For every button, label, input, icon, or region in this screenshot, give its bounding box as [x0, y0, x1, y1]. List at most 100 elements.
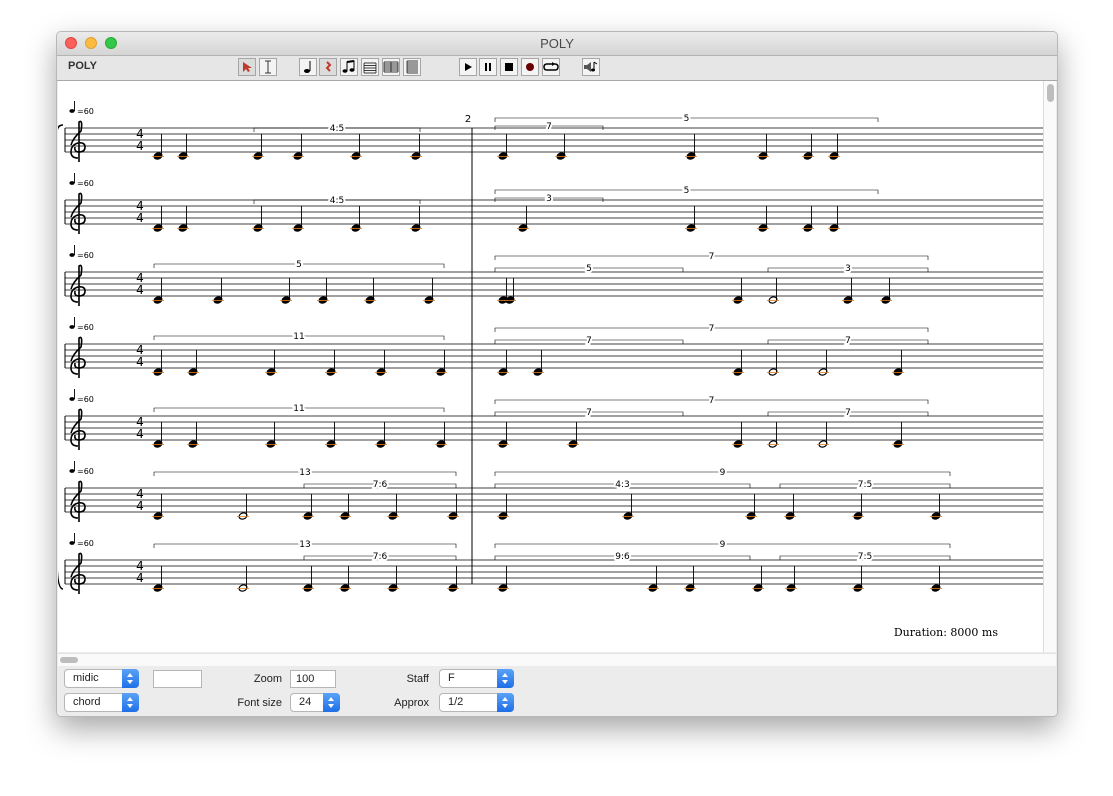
stop-button[interactable]: [500, 58, 518, 76]
editor-label: POLY: [68, 60, 97, 72]
select-arrow-icon: [243, 62, 252, 72]
loop-button[interactable]: [542, 58, 560, 76]
staff-select-arrow-icon[interactable]: [497, 669, 514, 688]
approx-value: 1/2: [448, 696, 464, 708]
vertical-scroll-thumb[interactable]: [1047, 84, 1054, 102]
mode-select-arrow-icon[interactable]: [122, 669, 139, 688]
measure-button[interactable]: [361, 58, 379, 76]
select-arrow-button[interactable]: [238, 58, 256, 76]
zoom-field[interactable]: 100: [290, 670, 336, 688]
display-select[interactable]: chord: [64, 693, 139, 712]
display-select-arrow-icon[interactable]: [122, 693, 139, 712]
tuplet-m1-2-label: 4:5: [330, 196, 344, 206]
tuplet-m1-inner-7-label: 7:6: [373, 552, 388, 562]
time-signature-bottom: 4: [136, 499, 144, 513]
tuplet-m1-1-label: 4:5: [330, 124, 344, 134]
tuplet-m2-inner-2-label: 3: [546, 194, 552, 204]
tuplet-m2-inner-b-4-label: 7: [845, 336, 851, 346]
tuplet-m2-inner-b-7-label: 7:5: [858, 552, 872, 562]
treble-clef-icon: [70, 408, 86, 450]
voice-icon: [383, 61, 399, 73]
poly-window: POLY POLY 2 =60 4 4 4:5 5 7 =60 4 4 4:5 …: [56, 31, 1058, 717]
quarter-note-button[interactable]: [299, 58, 317, 76]
tempo-mark: =60: [77, 539, 94, 548]
text-cursor-icon: [265, 60, 271, 74]
approx-select[interactable]: 1/2: [439, 693, 514, 712]
text-cursor-button[interactable]: [259, 58, 277, 76]
play-icon: [465, 63, 472, 71]
tuplet-m1-5-label: 11: [293, 404, 304, 414]
tuplet-m2-outer-5-label: 7: [709, 396, 715, 406]
play-button[interactable]: [459, 58, 477, 76]
time-signature-bottom: 4: [136, 283, 144, 297]
time-signature-bottom: 4: [136, 427, 144, 441]
tuplet-m2-outer-1-label: 5: [684, 114, 690, 124]
tuplet-m2-inner-a-6-label: 4:3: [615, 480, 629, 490]
loop-icon: [543, 62, 559, 71]
horizontal-scrollbar[interactable]: [58, 653, 1056, 666]
tempo-mark: =60: [77, 323, 94, 332]
treble-clef-icon: [70, 336, 86, 378]
tempo-note-icon: [69, 109, 75, 113]
tuplet-m1-4-label: 11: [293, 332, 304, 342]
display-value: chord: [73, 696, 101, 708]
time-signature-bottom: 4: [136, 355, 144, 369]
treble-clef-icon: [70, 192, 86, 234]
record-button[interactable]: [521, 58, 539, 76]
rest-button[interactable]: [319, 58, 337, 76]
staff-label: Staff: [406, 673, 429, 685]
tuplet-m2-outer-2-label: 5: [684, 186, 690, 196]
tuplet-m1-outer-7-label: 13: [299, 540, 310, 550]
time-signature-bottom: 4: [136, 211, 144, 225]
tempo-mark: =60: [77, 251, 94, 260]
tuplet-m2-inner-b-5-label: 7: [845, 408, 851, 418]
rest-icon: [325, 61, 332, 72]
tempo-note-icon: [69, 181, 75, 185]
tuplet-m2-outer-3-label: 7: [709, 252, 715, 262]
tempo-mark: =60: [77, 179, 94, 188]
tuplet-m1-3-label: 5: [296, 260, 302, 270]
measure-icon: [363, 62, 377, 74]
tuplet-m2-inner-b-6-label: 7:5: [858, 480, 872, 490]
system-brace: [57, 124, 64, 590]
speaker-icon: [584, 61, 598, 72]
pause-icon: [485, 63, 491, 71]
color-value-field[interactable]: [153, 670, 202, 688]
tuplet-m1-outer-6-label: 13: [299, 468, 310, 478]
quarter-note-icon: [304, 61, 311, 73]
time-signature-bottom: 4: [136, 571, 144, 585]
fontsize-select[interactable]: 24: [290, 693, 340, 712]
stop-icon: [505, 63, 513, 71]
vertical-scrollbar[interactable]: [1044, 81, 1056, 652]
measure-number: 2: [465, 114, 471, 125]
staff-select[interactable]: F: [439, 669, 514, 688]
approx-select-arrow-icon[interactable]: [497, 693, 514, 712]
tempo-note-icon: [69, 541, 75, 545]
speaker-button[interactable]: [582, 58, 600, 76]
time-signature-bottom: 4: [136, 139, 144, 153]
eighth-notes-icon: [342, 60, 355, 73]
treble-clef-icon: [70, 120, 86, 162]
tempo-mark: =60: [77, 395, 94, 404]
mode-select[interactable]: midic: [64, 669, 139, 688]
duration-readout: Duration: 8000 ms: [894, 626, 998, 639]
control-panel: midic chord Zoom 100 Font size 24 Staff …: [57, 666, 1057, 716]
window-title: POLY: [540, 36, 574, 51]
tuplet-m2-inner-a-3-label: 5: [586, 264, 592, 274]
tuplet-m2-inner-a-5-label: 7: [586, 408, 592, 418]
zoom-label: Zoom: [253, 673, 282, 685]
poly-score[interactable]: 2=60444:557=60444:553=6044575 3=60441177 7…: [57, 81, 1043, 652]
fontsize-select-arrow-icon[interactable]: [323, 693, 340, 712]
tuplet-m2-outer-4-label: 7: [709, 324, 715, 334]
tempo-mark: =60: [77, 467, 94, 476]
score-area[interactable]: 2 =60 4 4 4:5 5 7 =60 4 4 4:5 5 3 =60 4 4 5 7 5 3 =60 4 4 11 7 7 7…: [57, 81, 1044, 652]
horizontal-scroll-thumb[interactable]: [60, 657, 78, 663]
pause-button[interactable]: [479, 58, 497, 76]
eighth-notes-button[interactable]: [340, 58, 358, 76]
title-bar: POLY: [57, 32, 1057, 56]
tuplet-m2-inner-b-3-label: 3: [845, 264, 851, 274]
fontsize-label: Font size: [237, 697, 282, 709]
system-button[interactable]: [403, 58, 421, 76]
tuplet-m2-inner-a-4-label: 7: [586, 336, 592, 346]
voice-button[interactable]: [382, 58, 400, 76]
